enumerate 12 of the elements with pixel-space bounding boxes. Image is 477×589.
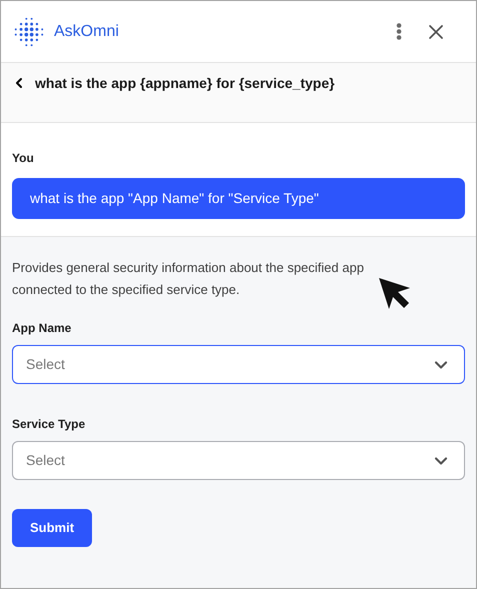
- sender-label: You: [12, 150, 35, 167]
- field-label: App Name: [12, 320, 72, 337]
- submit-button[interactable]: Submit: [12, 509, 92, 547]
- select-field[interactable]: Select: [12, 345, 465, 384]
- more-options-button[interactable]: [396, 23, 402, 40]
- description-text: Provides general security information about the specified app connected to the specified service type.: [12, 259, 365, 299]
- message-bubble: what is the app "App Name" for "Service Type": [12, 178, 465, 219]
- app-title: AskOmni: [54, 22, 119, 42]
- more-icon: [396, 23, 402, 40]
- field-label: Service Type: [12, 416, 86, 433]
- query-title: what is the app {appname} for {service_type}: [35, 74, 335, 93]
- select-field[interactable]: Select: [12, 441, 465, 480]
